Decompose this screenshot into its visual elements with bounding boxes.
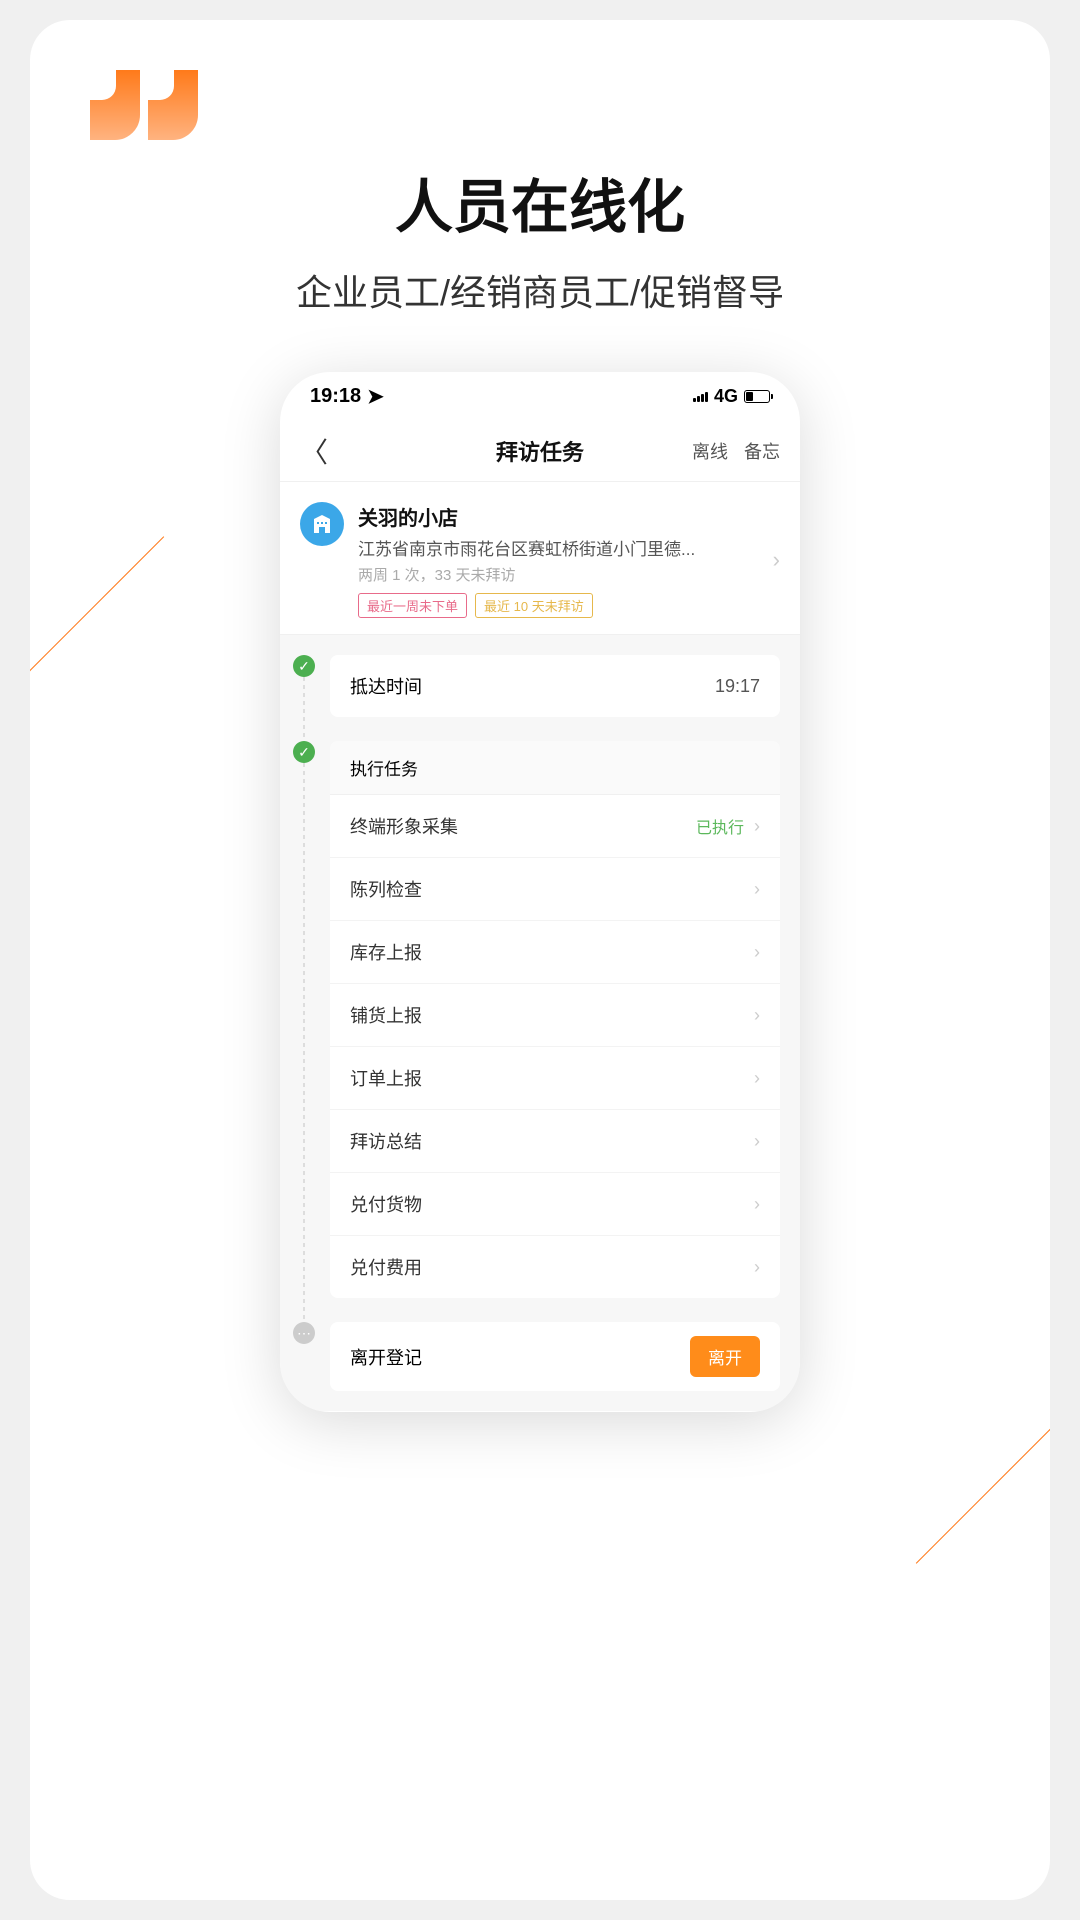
leave-button[interactable]: 离开: [690, 1336, 760, 1377]
chevron-right-icon: ›: [754, 816, 760, 837]
back-button[interactable]: 〈: [300, 431, 328, 471]
task-row[interactable]: 兑付费用 ›: [330, 1236, 780, 1298]
phone-mockup: 19:18 ➤ 4G 〈 拜访任务 离线 备忘 关羽的小店 江苏省南京: [280, 372, 800, 1412]
signal-icon: [693, 390, 708, 402]
store-frequency: 两周 1 次，33 天未拜访: [358, 564, 759, 585]
arrive-time: 19:17: [715, 676, 760, 697]
tasks-header: 执行任务: [330, 741, 780, 795]
page-title: 拜访任务: [496, 435, 584, 467]
store-name: 关羽的小店: [358, 502, 759, 531]
task-label: 兑付费用: [350, 1254, 422, 1280]
decorative-line: [30, 536, 164, 721]
memo-button[interactable]: 备忘: [744, 438, 780, 464]
nav-bar: 〈 拜访任务 离线 备忘: [280, 420, 800, 482]
location-icon: ➤: [367, 384, 384, 409]
task-label: 订单上报: [350, 1065, 422, 1091]
task-row[interactable]: 库存上报 ›: [330, 921, 780, 984]
chevron-right-icon: ›: [754, 1068, 760, 1089]
promo-subhead: 企业员工/经销商员工/促销督导: [30, 264, 1050, 316]
battery-icon: [744, 390, 770, 403]
chevron-right-icon: ›: [754, 1005, 760, 1026]
tasks-card: 执行任务 终端形象采集 已执行 › 陈列检查 › 库存上报 › 铺货上报 › 订单上报 › 拜访总结 ›…: [330, 741, 780, 1298]
task-status: 已执行: [696, 814, 744, 838]
task-label: 库存上报: [350, 939, 422, 965]
arrive-label: 抵达时间: [350, 673, 422, 699]
chevron-right-icon: ›: [754, 1194, 760, 1215]
store-card[interactable]: 关羽的小店 江苏省南京市雨花台区赛虹桥街道小门里德... 两周 1 次，33 天…: [280, 482, 800, 635]
task-row[interactable]: 兑付货物 ›: [330, 1173, 780, 1236]
task-row[interactable]: 拜访总结 ›: [330, 1110, 780, 1173]
task-label: 陈列检查: [350, 876, 422, 902]
building-icon: [300, 502, 344, 546]
status-time: 19:18: [310, 385, 361, 408]
chevron-right-icon: ›: [754, 879, 760, 900]
chevron-right-icon: ›: [773, 547, 780, 573]
task-row[interactable]: 铺货上报 ›: [330, 984, 780, 1047]
task-label: 终端形象采集: [350, 813, 458, 839]
promo-card: 人员在线化 企业员工/经销商员工/促销督导 19:18 ➤ 4G 〈 拜访任务 …: [30, 20, 1050, 1900]
task-row[interactable]: 陈列检查 ›: [330, 858, 780, 921]
task-label: 兑付货物: [350, 1191, 422, 1217]
chevron-right-icon: ›: [754, 942, 760, 963]
task-row[interactable]: 终端形象采集 已执行 ›: [330, 795, 780, 858]
task-label: 铺货上报: [350, 1002, 422, 1028]
chevron-right-icon: ›: [754, 1257, 760, 1278]
promo-headline: 人员在线化: [30, 160, 1050, 244]
tag-no-order: 最近一周未下单: [358, 593, 467, 618]
offline-button[interactable]: 离线: [692, 438, 728, 464]
timeline: ✓ 抵达时间 19:17 ✓ 执行任务 终端形象采集 已执行 › 陈列检查 › 库存上报 ›…: [280, 635, 800, 1411]
pending-icon: ⋯: [293, 1322, 315, 1344]
check-icon: ✓: [293, 655, 315, 677]
decorative-line: [916, 1379, 1050, 1564]
network-label: 4G: [714, 386, 738, 407]
quote-icon: [90, 70, 198, 140]
chevron-right-icon: ›: [754, 1131, 760, 1152]
task-label: 拜访总结: [350, 1128, 422, 1154]
leave-label: 离开登记: [350, 1344, 422, 1370]
store-address: 江苏省南京市雨花台区赛虹桥街道小门里德...: [358, 535, 759, 560]
status-bar: 19:18 ➤ 4G: [280, 372, 800, 420]
arrive-card[interactable]: 抵达时间 19:17: [330, 655, 780, 717]
task-row[interactable]: 订单上报 ›: [330, 1047, 780, 1110]
check-icon: ✓: [293, 741, 315, 763]
tag-no-visit: 最近 10 天未拜访: [475, 593, 593, 618]
leave-card: 离开登记 离开: [330, 1322, 780, 1391]
